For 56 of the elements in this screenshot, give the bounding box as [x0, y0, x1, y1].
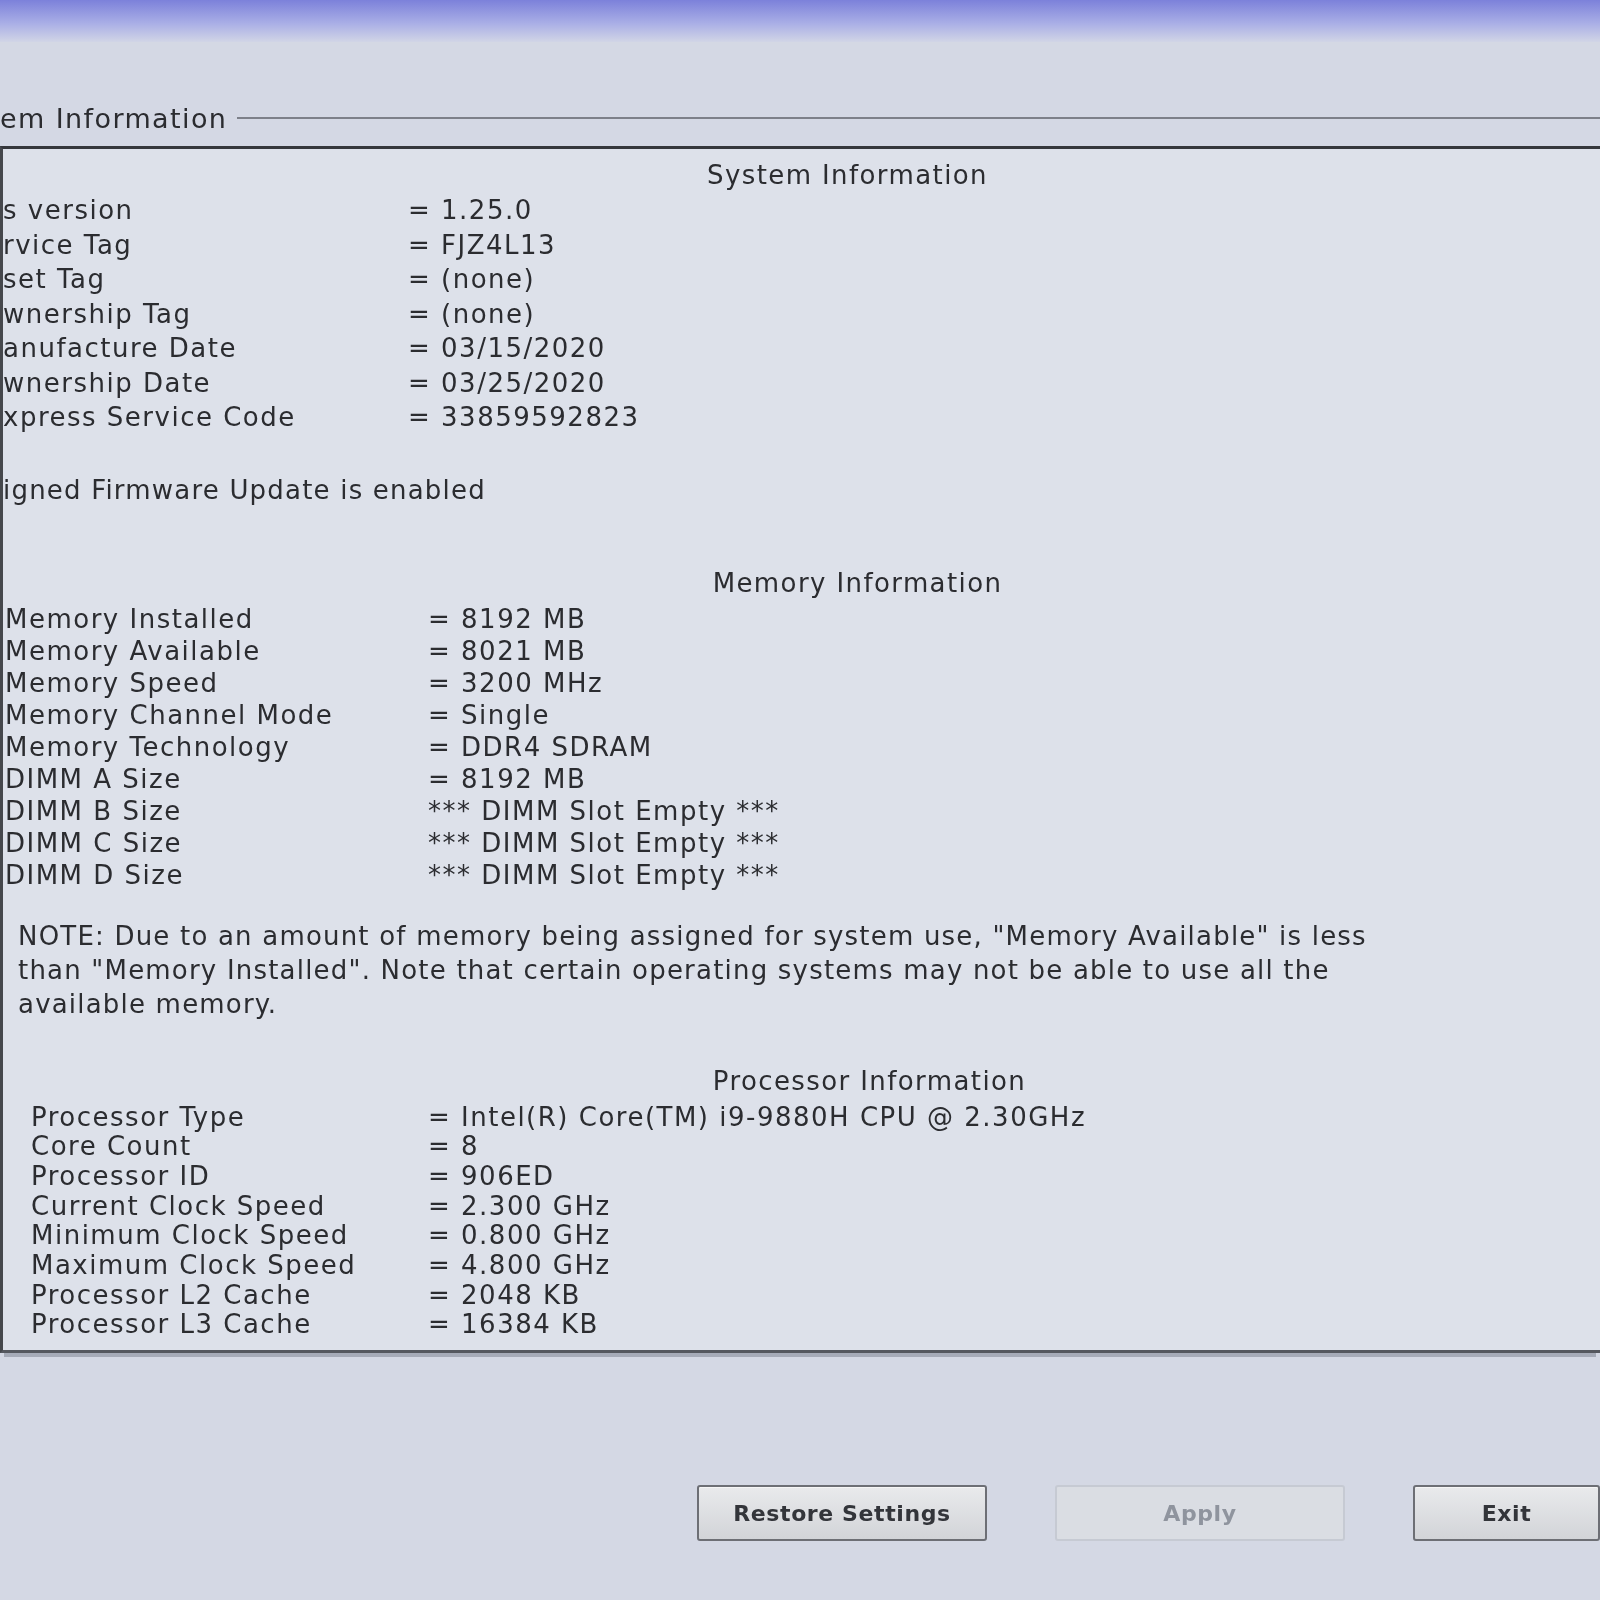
field-label: Current Clock Speed [31, 1191, 326, 1222]
field-label: wnership Tag [3, 297, 192, 331]
field-label: DIMM D Size [5, 858, 184, 891]
field-label: Memory Channel Mode [5, 698, 334, 731]
footer-button[interactable]: Restore Settings [697, 1485, 987, 1542]
field-label: Processor L2 Cache [31, 1280, 312, 1311]
field-value: *** DIMM Slot Empty *** [428, 858, 780, 891]
field-value: = 0.800 GHz [428, 1221, 611, 1251]
field-label: anufacture Date [3, 332, 237, 365]
field-value: = 03/15/2020 [408, 332, 606, 365]
field-label: Memory Available [5, 634, 261, 667]
field-label: Maximum Clock Speed [31, 1251, 357, 1281]
field-value: = 03/25/2020 [408, 366, 606, 400]
field-value: = 4.800 GHz [428, 1251, 611, 1281]
section-heading: System Information [707, 160, 988, 190]
field-value: = 2.300 GHz [428, 1191, 611, 1222]
field-label: Core Count [31, 1132, 192, 1162]
field-label: Minimum Clock Speed [31, 1221, 349, 1251]
field-value: = 1.25.0 [408, 194, 533, 227]
field-label: Memory Technology [5, 730, 291, 763]
section-heading: Memory Information [712, 567, 1003, 598]
note-text: igned Firmware Update is enabled [3, 473, 486, 507]
footer-button[interactable]: Exit [1413, 1485, 1600, 1542]
section-heading: Processor Information [712, 1065, 1027, 1096]
field-label: Processor L3 Cache [31, 1310, 312, 1341]
field-label: DIMM B Size [5, 794, 182, 827]
field-label: s version [3, 194, 134, 227]
field-label: Processor Type [31, 1102, 246, 1133]
field-value: = Single [428, 698, 550, 731]
field-value: = 906ED [428, 1161, 555, 1192]
field-label: wnership Date [3, 366, 212, 400]
field-label: Memory Speed [5, 666, 219, 699]
field-value: = FJZ4L13 [408, 228, 557, 262]
field-value: = 8 [428, 1132, 480, 1162]
field-value: = 16384 KB [428, 1310, 599, 1341]
field-value: = 33859592823 [408, 401, 640, 434]
field-value: = 8192 MB [428, 602, 587, 635]
field-value: = 8021 MB [428, 634, 587, 667]
field-label: DIMM A Size [5, 762, 182, 795]
field-label: xpress Service Code [3, 401, 296, 434]
field-value: = (none) [408, 263, 536, 296]
field-value: *** DIMM Slot Empty *** [428, 826, 780, 859]
field-label: rvice Tag [3, 228, 133, 262]
field-value: = DDR4 SDRAM [428, 730, 653, 763]
note-text: NOTE: Due to an amount of memory being assigned for system use, "Memory Available" is less than "Memory Installed". Note that certain operating systems may not be able to use all the available memory. [18, 919, 1368, 1021]
field-value: = 2048 KB [428, 1280, 581, 1311]
field-label: DIMM C Size [5, 826, 183, 859]
field-value: = (none) [408, 297, 536, 331]
field-label: set Tag [3, 263, 106, 296]
field-label: Processor ID [31, 1161, 211, 1192]
field-value: *** DIMM Slot Empty *** [428, 794, 780, 827]
field-value: = 8192 MB [428, 762, 587, 795]
field-value: = Intel(R) Core(TM) i9-9880H CPU @ 2.30GHz [428, 1102, 1087, 1133]
group-title: em Information [0, 102, 228, 134]
field-label: Memory Installed [5, 602, 254, 635]
field-value: = 3200 MHz [428, 666, 604, 699]
